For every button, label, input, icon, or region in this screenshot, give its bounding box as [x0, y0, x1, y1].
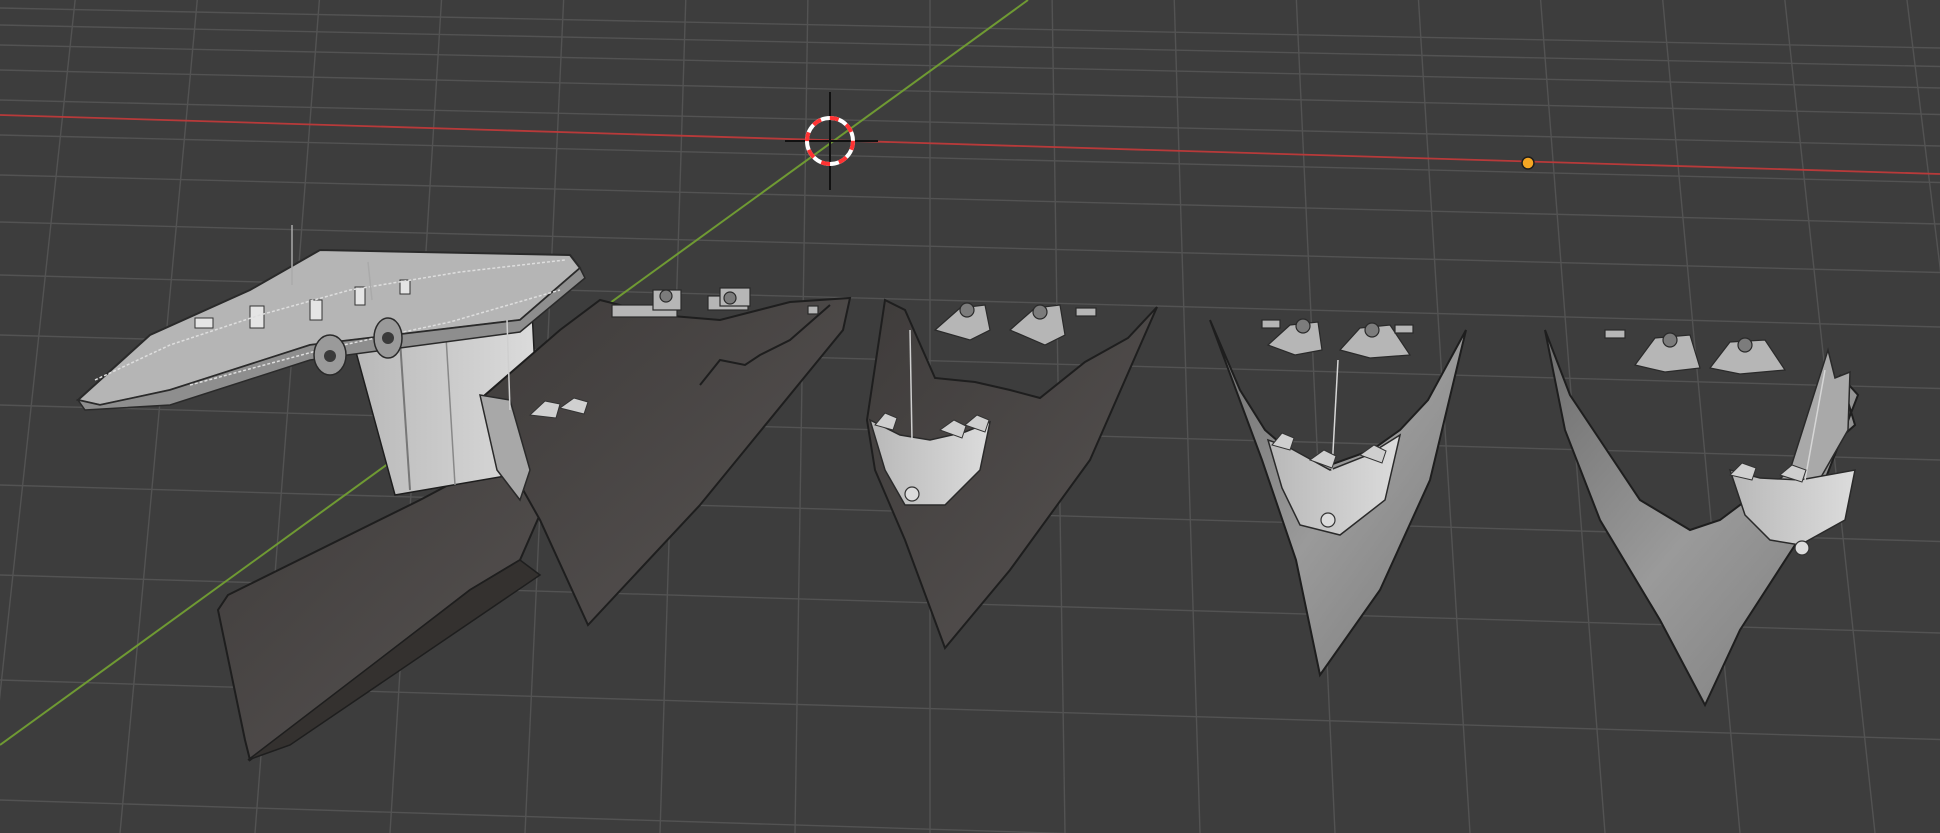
origin-dot-icon[interactable]	[1521, 156, 1535, 170]
3d-viewport[interactable]	[0, 0, 1940, 833]
viewport-canvas[interactable]	[0, 0, 1940, 833]
